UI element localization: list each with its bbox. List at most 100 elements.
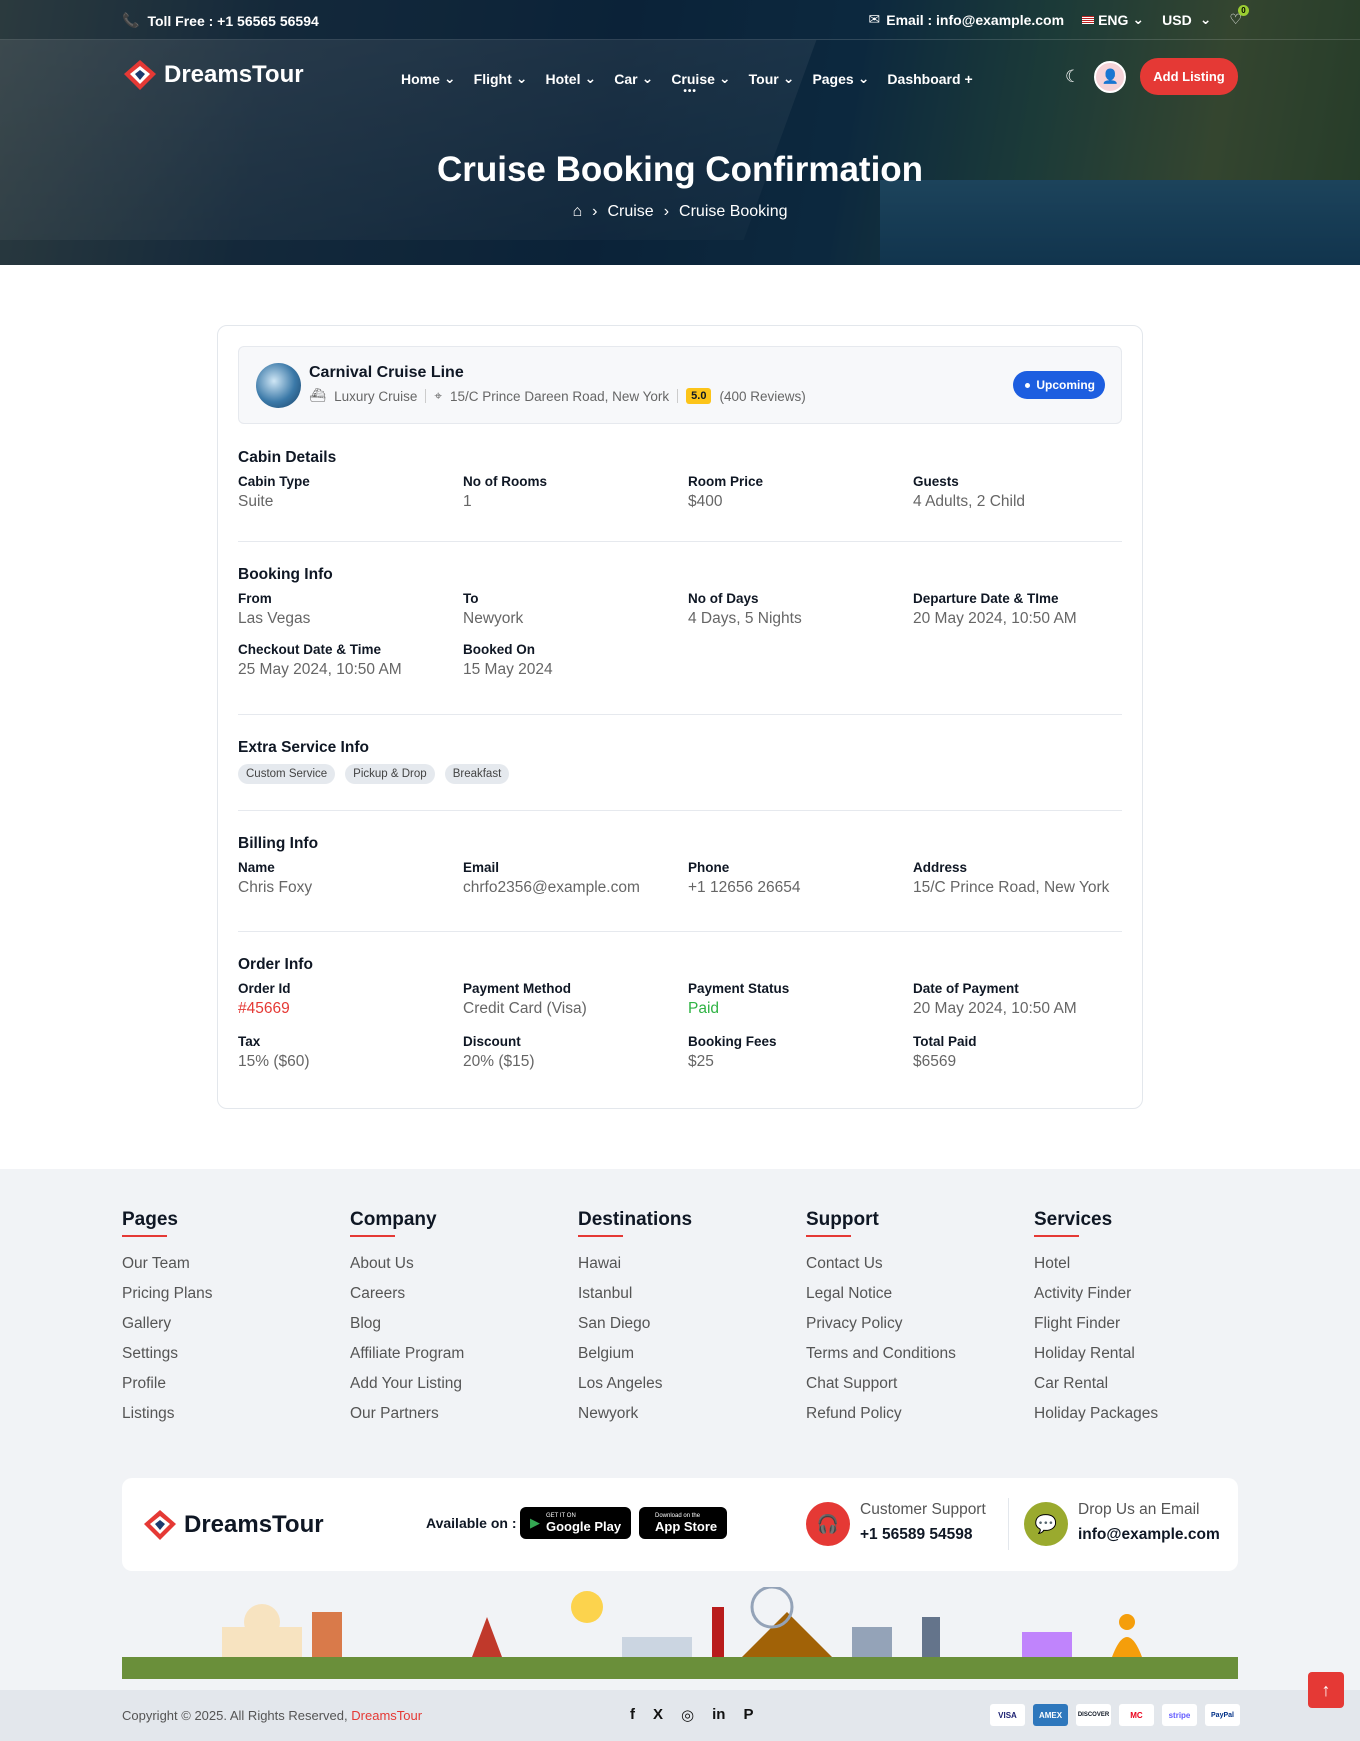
google-play-button[interactable]: ▶ GET IT ON Google Play [520, 1507, 632, 1539]
phone-icon: 📞 [122, 12, 140, 28]
add-listing-button[interactable]: Add Listing [1140, 58, 1238, 95]
main-nav: DreamsTour Home ⌄ Flight ⌄ Hotel ⌄ Car ⌄ Cru… [0, 40, 1360, 110]
plus-icon: + [964, 70, 973, 87]
stripe-icon: stripe [1162, 1704, 1197, 1726]
paypal-icon: PayPal [1205, 1704, 1240, 1726]
section-title: Cabin Details [238, 449, 337, 466]
hero-banner: 📞 Toll Free : +1 56565 56594 ✉ Email : i… [0, 0, 1360, 265]
location-icon: ⌖ [434, 388, 443, 403]
chevron-down-icon: ⌄ [515, 70, 528, 86]
service-chip: Custom Service [238, 764, 336, 784]
chevron-down-icon: ⌄ [718, 70, 731, 86]
chevron-right-icon: › [592, 203, 598, 220]
wishlist-button[interactable]: ♡ 0 [1229, 5, 1249, 28]
footer-col-pages: Pages Our Team Pricing Plans Gallery Set… [122, 1209, 350, 1435]
footer-logo[interactable]: DreamsTour [142, 1508, 324, 1542]
home-icon[interactable]: ⌂ [572, 203, 582, 221]
section-title: Order Info [238, 956, 313, 973]
chevron-down-icon: ⌄ [1132, 11, 1145, 27]
breadcrumb-current: Cruise Booking [679, 203, 788, 220]
toll-free: Toll Free : +1 56565 56594 [147, 12, 319, 29]
nav-item-dashboard[interactable]: Dashboard + [887, 70, 972, 87]
page-title: Cruise Booking Confirmation [436, 150, 924, 189]
instagram-icon[interactable]: ◎ [681, 1706, 694, 1724]
footer-contact-strip: DreamsTour Available on : ▶ GET IT ON Goo… [122, 1478, 1238, 1571]
cruise-address: 15/C Prince Dareen Road, New York [450, 388, 670, 404]
available-on-label: Available on : [426, 1515, 517, 1531]
landmarks-illustration [122, 1587, 1238, 1679]
facebook-icon[interactable]: f [630, 1706, 635, 1724]
nav-item-flight[interactable]: Flight ⌄ [474, 70, 528, 87]
section-title: Extra Service Info [238, 739, 369, 756]
order-section: Order Info Order Id #45669 Payment Method… [238, 956, 1122, 1071]
discover-icon: DISCOVER [1076, 1704, 1111, 1726]
nav-item-cruise[interactable]: Cruise ⌄ [671, 70, 731, 97]
nav-item-pages[interactable]: Pages ⌄ [812, 70, 869, 87]
payment-status: Paid [688, 1000, 720, 1017]
nav-item-car[interactable]: Car ⌄ [614, 70, 653, 87]
arrow-up-icon: ↑ [1321, 1679, 1331, 1700]
chevron-down-icon: ⌄ [641, 70, 654, 86]
service-chip: Pickup & Drop [345, 764, 435, 784]
pinterest-icon[interactable]: P [743, 1706, 753, 1724]
section-title: Booking Info [238, 566, 333, 583]
visa-icon: VISA [990, 1704, 1025, 1726]
amex-icon: AMEX [1033, 1704, 1068, 1726]
chevron-down-icon: ⌄ [584, 70, 597, 86]
rating-badge: 5.0 [686, 388, 712, 404]
cabin-section: Cabin Details Cabin Type Suite No of Room… [238, 449, 1122, 511]
footer-email[interactable]: info@example.com [1078, 1523, 1220, 1548]
email-contact: Drop Us an Email info@example.com [1078, 1498, 1220, 1548]
footer-col-services: Services Hotel Activity Finder Flight Fi… [1034, 1209, 1262, 1435]
cruise-meta: ⛴ Luxury Cruise ⌖ 15/C Prince Dareen Roa… [309, 388, 806, 404]
footer-col-support: Support Contact Us Legal Notice Privacy … [806, 1209, 1034, 1435]
chevron-down-icon: ⌄ [857, 70, 870, 86]
review-count: (400 Reviews) [719, 388, 806, 404]
social-links: f X ◎ in P [630, 1706, 753, 1724]
scroll-to-top-button[interactable]: ↑ [1308, 1672, 1344, 1708]
cruise-thumbnail [256, 363, 301, 408]
currency-select[interactable]: USD ⌄ [1162, 11, 1211, 28]
breadcrumb-cruise[interactable]: Cruise [607, 203, 653, 221]
chat-icon: 💬 [1024, 1502, 1068, 1546]
chevron-down-icon: ⌄ [443, 70, 456, 86]
nav-item-hotel[interactable]: Hotel ⌄ [545, 70, 596, 87]
chevron-right-icon: › [663, 203, 670, 220]
footer-links: Pages Our Team Pricing Plans Gallery Set… [122, 1209, 1262, 1435]
wishlist-count: 0 [1238, 5, 1249, 16]
dark-mode-icon[interactable]: ☾ [1065, 67, 1080, 87]
support-phone[interactable]: +1 56589 54598 [860, 1523, 986, 1548]
mastercard-icon: MC [1119, 1704, 1154, 1726]
copyright-brand-link[interactable]: DreamsTour [351, 1708, 422, 1723]
chevron-down-icon: ⌄ [1199, 11, 1212, 27]
top-email[interactable]: Email : info@example.com [886, 12, 1064, 28]
cruise-category: Luxury Cruise [334, 388, 418, 404]
footer: Pages Our Team Pricing Plans Gallery Set… [0, 1169, 1360, 1741]
mail-icon: ✉ [868, 11, 881, 27]
linkedin-icon[interactable]: in [712, 1706, 725, 1724]
copyright: Copyright © 2025. All Rights Reserved, D… [122, 1708, 423, 1723]
extra-service-section: Extra Service Info Custom Service Pickup… [238, 739, 1122, 784]
chevron-down-icon: ⌄ [782, 70, 795, 86]
service-chip: Breakfast [444, 764, 510, 784]
language-select[interactable]: ENG ⌄ [1082, 11, 1144, 28]
top-bar: 📞 Toll Free : +1 56565 56594 ✉ Email : i… [0, 0, 1360, 40]
app-store-button[interactable]: Download on the App Store [639, 1507, 728, 1539]
ship-icon: ⛴ [309, 388, 327, 403]
nav-item-home[interactable]: Home ⌄ [401, 70, 456, 87]
customer-support: Customer Support +1 56589 54598 [860, 1498, 986, 1548]
nav-menu: Home⌄ Flight⌄ Hotel⌄ Car⌄ Cruise⌄ Tour⌄ … [401, 70, 991, 97]
play-icon: ▶ [530, 1515, 540, 1530]
footer-bottom-bar: Copyright © 2025. All Rights Reserved, D… [0, 1690, 1360, 1741]
nav-item-tour[interactable]: Tour ⌄ [749, 70, 795, 87]
logo-icon [144, 1510, 176, 1540]
billing-section: Billing Info Name Chris Foxy Email chrfo23… [238, 835, 1122, 897]
payment-methods: VISA AMEX DISCOVER MC stripe PayPal [990, 1704, 1240, 1726]
brand-logo[interactable]: DreamsTour [122, 58, 304, 92]
footer-col-destinations: Destinations Hawai Istanbul San Diego Be… [578, 1209, 806, 1435]
breadcrumb: ⌂ › Cruise › Cruise Booking [0, 203, 1360, 221]
order-id: #45669 [238, 1000, 290, 1017]
cruise-name[interactable]: Carnival Cruise Line [309, 364, 464, 382]
x-icon[interactable]: X [653, 1706, 663, 1724]
avatar[interactable]: 👤 [1094, 60, 1127, 93]
